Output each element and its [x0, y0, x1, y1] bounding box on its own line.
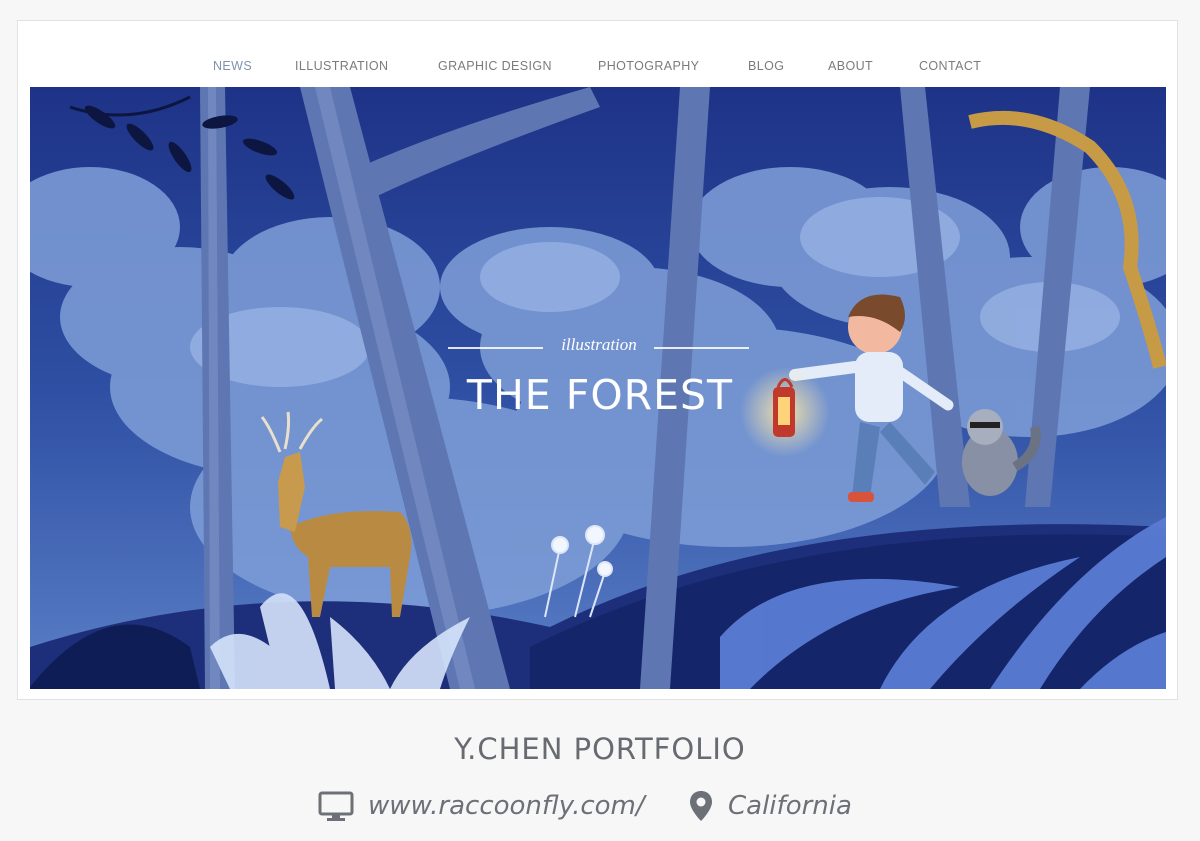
- website-preview-card[interactable]: NEWS ILLUSTRATION GRAPHIC DESIGN PHOTOGR…: [17, 20, 1178, 700]
- website-link[interactable]: www.raccoonfly.com/: [318, 786, 645, 826]
- forest-illustration: [30, 87, 1166, 689]
- map-pin-icon: [688, 790, 714, 822]
- nav-item-contact[interactable]: CONTACT: [919, 59, 981, 73]
- nav-item-photography[interactable]: PHOTOGRAPHY: [598, 59, 699, 73]
- lantern: [740, 367, 830, 457]
- nav-item-graphic-design[interactable]: GRAPHIC DESIGN: [438, 59, 552, 73]
- nav-item-news[interactable]: NEWS: [213, 59, 252, 73]
- website-url[interactable]: www.raccoonfly.com/: [368, 791, 645, 821]
- nav-item-about[interactable]: ABOUT: [828, 59, 873, 73]
- portfolio-meta: www.raccoonfly.com/ California: [0, 786, 1200, 826]
- nav-item-blog[interactable]: BLOG: [748, 59, 784, 73]
- location-text: California: [728, 791, 852, 821]
- monitor-icon: [318, 790, 354, 822]
- hero-banner[interactable]: illustration THE FOREST: [30, 87, 1166, 689]
- top-navigation: NEWS ILLUSTRATION GRAPHIC DESIGN PHOTOGR…: [18, 59, 1179, 81]
- location: California: [688, 786, 852, 826]
- nav-item-illustration[interactable]: ILLUSTRATION: [295, 59, 388, 73]
- portfolio-title: Y.CHEN PORTFOLIO: [454, 732, 746, 766]
